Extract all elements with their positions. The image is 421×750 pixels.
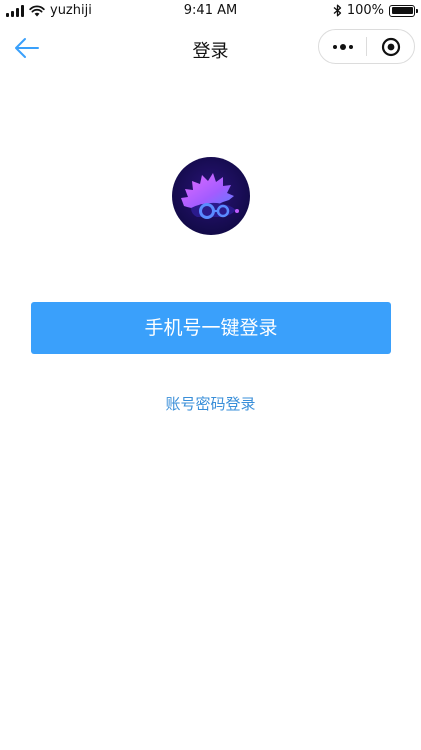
bluetooth-icon [333, 4, 341, 17]
battery-percentage: 100% [346, 3, 384, 18]
hedgehog-logo [172, 157, 250, 235]
more-button[interactable] [319, 30, 366, 63]
status-bar: yuzhiji 9:41 AM 100% [0, 0, 421, 24]
battery-icon [389, 4, 418, 17]
status-right: 100% [333, 3, 418, 18]
one-click-phone-login-button[interactable]: 手机号一键登录 [31, 302, 391, 354]
close-capsule-button[interactable] [367, 30, 414, 63]
mini-program-capsule [318, 29, 415, 64]
login-page: yuzhiji 9:41 AM 100% 登录 手机号一键登录 账号密码登录 [0, 0, 421, 750]
password-login-link[interactable]: 账号密码登录 [0, 393, 421, 414]
navigation-bar: 登录 [0, 24, 421, 72]
more-dots-icon [332, 43, 353, 50]
app-logo [171, 156, 251, 236]
target-circle-icon [381, 37, 400, 56]
